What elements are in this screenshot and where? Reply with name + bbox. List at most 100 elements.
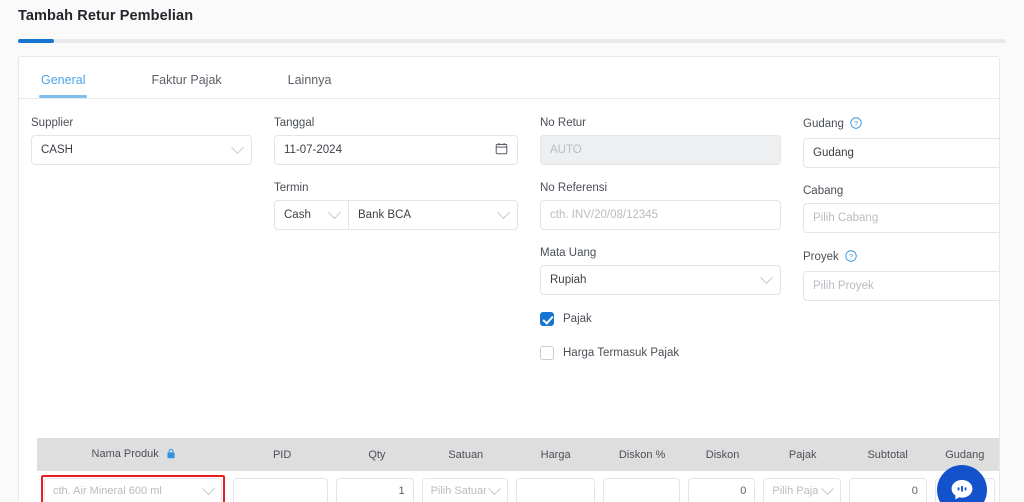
- table-header-row: Nama Produk PID Qty Satuan Harga Diskon …: [37, 438, 999, 471]
- column-header-subtotal: Subtotal: [867, 448, 908, 461]
- termin-bank-select[interactable]: Bank BCA: [348, 200, 518, 230]
- termin-group: Cash Bank BCA: [274, 200, 518, 230]
- proyek-label: Proyek ?: [803, 250, 999, 265]
- harga-termasuk-pajak-label: Harga Termasuk Pajak: [563, 347, 680, 359]
- column-header-satuan: Satuan: [448, 448, 484, 461]
- help-icon[interactable]: ?: [845, 250, 857, 265]
- chevron-down-icon: [231, 140, 244, 154]
- pajak-checkbox-label: Pajak: [563, 313, 592, 325]
- gudang-label: Gudang ?: [803, 117, 999, 132]
- cabang-placeholder: Pilih Cabang: [813, 212, 879, 224]
- satuan-placeholder: Pilih Satuan: [430, 485, 486, 497]
- column-header-harga: Harga: [540, 448, 571, 461]
- chevron-down-icon: [202, 481, 215, 495]
- column-header-qty: Qty: [368, 448, 386, 461]
- proyek-placeholder: Pilih Proyek: [813, 280, 874, 292]
- chevron-down-icon: [328, 205, 341, 219]
- form-column-2: Tanggal 11-07-2024 Termin Cash Bank BCA: [274, 117, 540, 380]
- proyek-label-text: Proyek: [803, 251, 839, 263]
- harga-termasuk-pajak-checkbox[interactable]: [540, 346, 554, 360]
- proyek-select[interactable]: Pilih Proyek: [803, 271, 999, 301]
- satuan-select[interactable]: Pilih Satuan: [421, 477, 508, 502]
- no-retur-placeholder: AUTO: [550, 144, 582, 156]
- termin-type-select[interactable]: Cash: [274, 200, 348, 230]
- tanggal-date-input[interactable]: 11-07-2024: [274, 135, 518, 165]
- field-tanggal: Tanggal 11-07-2024: [274, 117, 518, 165]
- tab-faktur-pajak[interactable]: Faktur Pajak: [141, 73, 231, 98]
- form-column-3: No Retur AUTO No Referensi cth. INV/20/0…: [540, 117, 803, 380]
- tab-lainnya[interactable]: Lainnya: [278, 73, 342, 98]
- no-referensi-input[interactable]: cth. INV/20/08/12345: [540, 200, 781, 230]
- qty-input[interactable]: 1: [336, 477, 414, 502]
- gudang-select[interactable]: Gudang: [803, 138, 999, 168]
- cell-pajak: Pilih Pajak: [759, 477, 845, 502]
- tab-faktur-pajak-label: Faktur Pajak: [151, 73, 222, 87]
- cell-satuan: Pilih Satuan: [418, 477, 512, 502]
- form-column-4: Gudang ? Gudang Cabang Pilih Cabang Proy…: [803, 117, 999, 380]
- field-no-retur: No Retur AUTO: [540, 117, 781, 165]
- column-header-diskon-persen: Diskon %: [618, 448, 666, 461]
- pajak-select[interactable]: Pilih Pajak: [763, 477, 842, 502]
- table-row: cth. Air Mineral 600 ml 1 Pilih Satuan 0…: [37, 471, 999, 502]
- tab-general[interactable]: General: [31, 73, 95, 98]
- mata-uang-select[interactable]: Rupiah: [540, 265, 781, 295]
- supplier-select[interactable]: CASH: [31, 135, 252, 165]
- cabang-select[interactable]: Pilih Cabang: [803, 203, 999, 233]
- diskon-persen-input[interactable]: [603, 477, 680, 502]
- cell-diskon: 0: [684, 477, 760, 502]
- column-header-pid: PID: [272, 448, 292, 461]
- product-table: Nama Produk PID Qty Satuan Harga Diskon …: [37, 438, 999, 502]
- svg-text:?: ?: [849, 254, 853, 261]
- help-icon[interactable]: ?: [850, 117, 862, 132]
- cell-nama-produk: cth. Air Mineral 600 ml: [37, 474, 229, 502]
- pajak-checkbox[interactable]: [540, 312, 554, 326]
- cell-pid: [229, 477, 332, 502]
- termin-label: Termin: [274, 182, 309, 194]
- nama-produk-placeholder: cth. Air Mineral 600 ml: [53, 485, 162, 497]
- form-card: General Faktur Pajak Lainnya Supplier CA…: [18, 56, 1000, 502]
- column-header-nama-produk: Nama Produk: [37, 448, 230, 462]
- termin-bank-value: Bank BCA: [358, 209, 412, 221]
- svg-text:?: ?: [854, 121, 858, 128]
- harga-input[interactable]: [515, 477, 596, 502]
- field-supplier: Supplier CASH: [31, 117, 252, 165]
- cell-diskon-persen: [599, 477, 684, 502]
- nama-produk-error-outline: cth. Air Mineral 600 ml: [41, 474, 226, 502]
- tab-general-label: General: [41, 73, 86, 87]
- diskon-input[interactable]: 0: [687, 477, 756, 502]
- harga-termasuk-pajak-row[interactable]: Harga Termasuk Pajak: [540, 346, 781, 360]
- column-header-nama-produk-label: Nama Produk: [91, 447, 159, 460]
- nama-produk-select[interactable]: cth. Air Mineral 600 ml: [44, 477, 223, 502]
- subtotal-value: 0: [911, 485, 918, 497]
- pajak-placeholder: Pilih Pajak: [772, 485, 820, 497]
- column-header-pajak: Pajak: [788, 448, 817, 461]
- tab-bar: General Faktur Pajak Lainnya: [19, 57, 999, 99]
- pajak-checkbox-row[interactable]: Pajak: [540, 312, 781, 326]
- subtotal-input[interactable]: 0: [849, 477, 927, 502]
- qty-value: 1: [398, 485, 405, 497]
- page-title: Tambah Retur Pembelian: [18, 8, 194, 24]
- mata-uang-value: Rupiah: [550, 274, 587, 286]
- no-retur-label: No Retur: [540, 117, 587, 129]
- chat-bubble-icon: [951, 480, 973, 500]
- field-gudang: Gudang ? Gudang: [803, 117, 999, 168]
- chevron-down-icon: [487, 481, 501, 495]
- page-header: Tambah Retur Pembelian: [0, 0, 1024, 34]
- no-retur-input[interactable]: AUTO: [540, 135, 781, 165]
- calendar-icon: [495, 142, 508, 158]
- cabang-label: Cabang: [803, 185, 844, 197]
- field-termin: Termin Cash Bank BCA: [274, 182, 518, 230]
- column-header-gudang: Gudang: [945, 448, 985, 461]
- form-column-1: Supplier CASH: [31, 117, 274, 380]
- pid-input[interactable]: [233, 477, 329, 502]
- diskon-value: 0: [740, 485, 747, 497]
- gudang-value: Gudang: [813, 147, 854, 159]
- supplier-value: CASH: [41, 144, 73, 156]
- progress-bar-fill: [18, 39, 54, 43]
- field-cabang: Cabang Pilih Cabang: [803, 185, 999, 233]
- mata-uang-label: Mata Uang: [540, 247, 597, 259]
- lock-icon: [166, 448, 176, 462]
- termin-type-value: Cash: [284, 209, 311, 221]
- column-header-diskon: Diskon: [705, 448, 740, 461]
- progress-bar: [18, 39, 1006, 43]
